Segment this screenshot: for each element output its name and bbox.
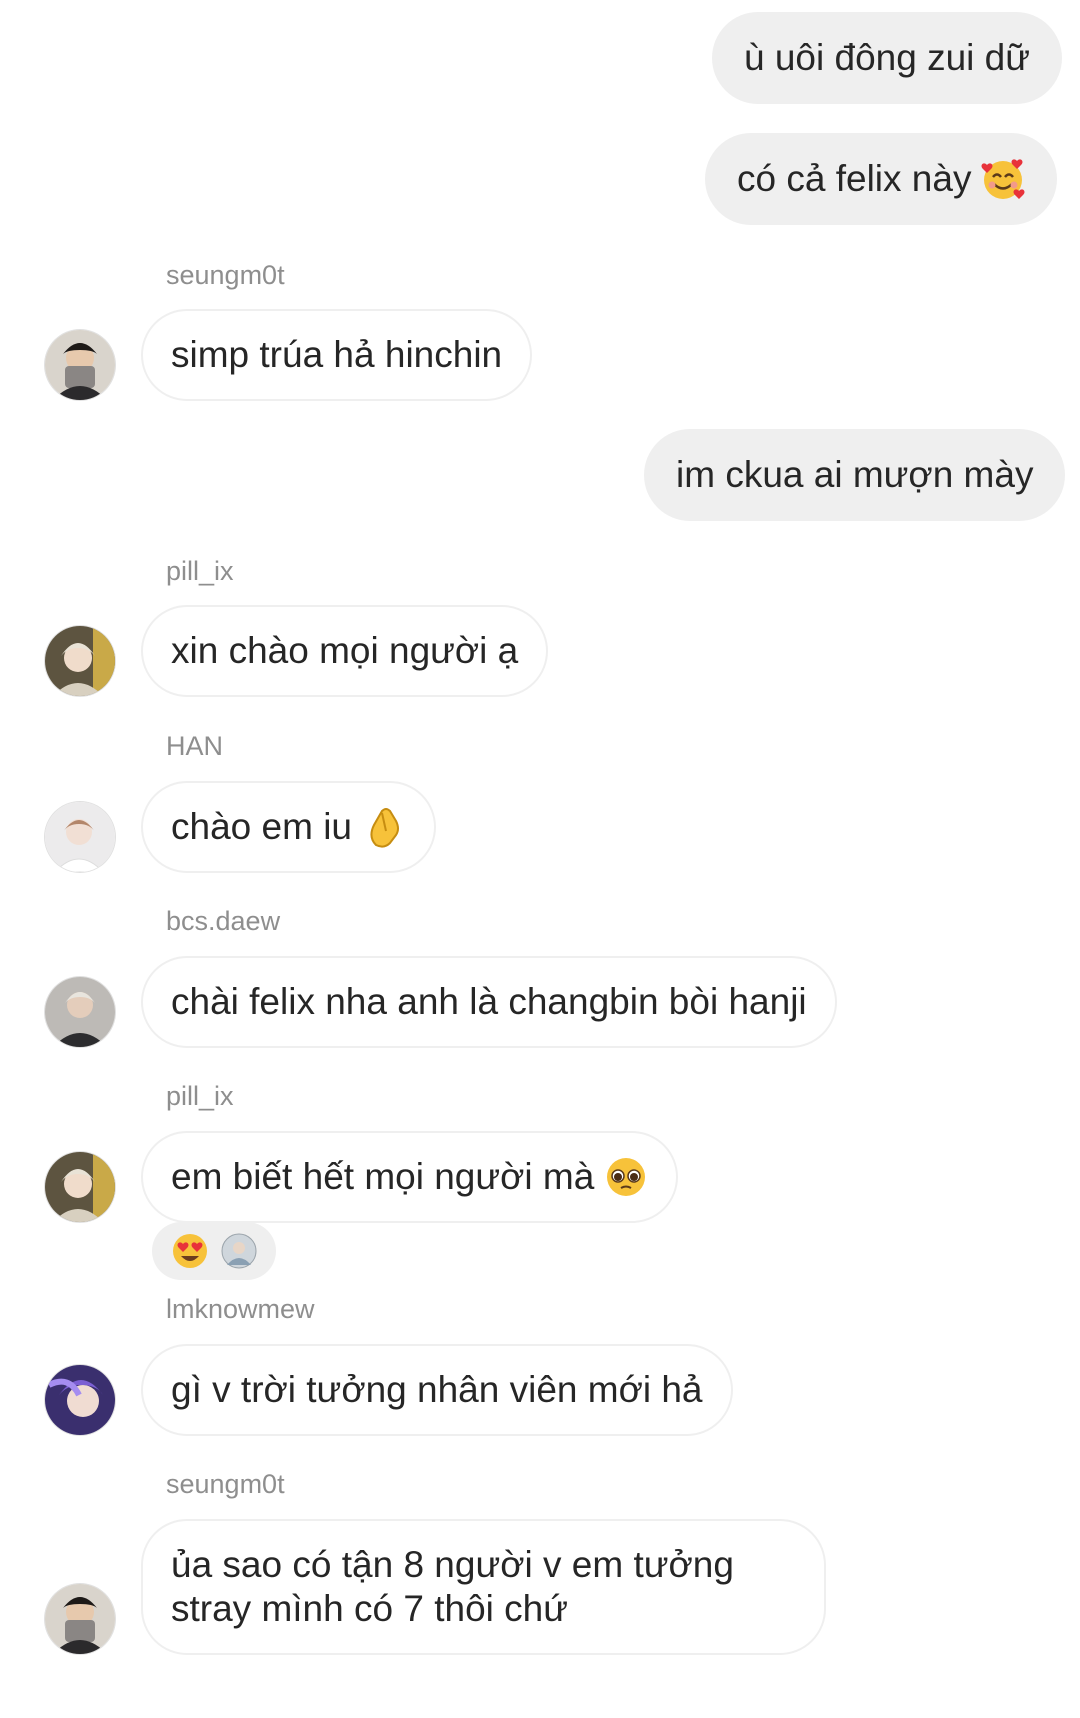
incoming-message[interactable]: gì v trời tưởng nhân viên mới hả bbox=[141, 1344, 733, 1436]
incoming-message[interactable]: chào em iu bbox=[141, 781, 436, 873]
avatar[interactable] bbox=[45, 330, 115, 400]
reactor-avatar[interactable] bbox=[221, 1233, 257, 1269]
sender-name[interactable]: bcs.daew bbox=[166, 905, 280, 937]
message-text: có cả felix này bbox=[737, 158, 972, 199]
avatar[interactable] bbox=[45, 1584, 115, 1654]
avatar[interactable] bbox=[45, 626, 115, 696]
sender-name[interactable]: HAN bbox=[166, 730, 223, 762]
avatar[interactable] bbox=[45, 1152, 115, 1222]
avatar[interactable] bbox=[45, 977, 115, 1047]
incoming-message[interactable]: xin chào mọi người ạ bbox=[141, 605, 549, 697]
smiling-face-with-hearts-icon bbox=[981, 157, 1025, 201]
incoming-message[interactable]: em biết hết mọi người mà bbox=[141, 1131, 679, 1223]
message-text: ủa sao có tận 8 người v em tưởng stray m… bbox=[171, 1544, 734, 1629]
sender-name[interactable]: pill_ix bbox=[166, 555, 234, 587]
message-reactions[interactable] bbox=[152, 1222, 276, 1280]
incoming-message[interactable]: simp trúa hả hinchin bbox=[141, 309, 533, 401]
message-text: em biết hết mọi người mà bbox=[171, 1156, 595, 1197]
pinched-fingers-icon bbox=[362, 805, 406, 849]
message-text: xin chào mọi người ạ bbox=[171, 630, 519, 671]
pleading-face-icon bbox=[604, 1155, 648, 1199]
avatar[interactable] bbox=[45, 802, 115, 872]
sender-name[interactable]: lmknowmew bbox=[166, 1293, 315, 1325]
message-text: simp trúa hả hinchin bbox=[171, 334, 503, 375]
sender-name[interactable]: seungm0t bbox=[166, 259, 285, 291]
message-text: ù uôi đông zui dữ bbox=[744, 37, 1031, 78]
heart-eyes-icon bbox=[171, 1232, 209, 1270]
message-text: chào em iu bbox=[171, 806, 352, 847]
sender-name[interactable]: seungm0t bbox=[166, 1468, 285, 1500]
outgoing-message[interactable]: có cả felix này bbox=[705, 133, 1058, 225]
outgoing-message[interactable]: im ckua ai mượn mày bbox=[644, 429, 1066, 521]
incoming-message[interactable]: chài felix nha anh là changbin bòi hanji bbox=[141, 956, 837, 1048]
message-text: im ckua ai mượn mày bbox=[676, 454, 1034, 495]
incoming-message[interactable]: ủa sao có tận 8 người v em tưởng stray m… bbox=[141, 1519, 826, 1655]
message-text: chài felix nha anh là changbin bòi hanji bbox=[171, 981, 807, 1022]
avatar[interactable] bbox=[45, 1365, 115, 1435]
message-text: gì v trời tưởng nhân viên mới hả bbox=[171, 1369, 703, 1410]
outgoing-message[interactable]: ù uôi đông zui dữ bbox=[712, 12, 1063, 104]
chat-thread: ù uôi đông zui dữ có cả felix này seungm… bbox=[0, 0, 1080, 1718]
sender-name[interactable]: pill_ix bbox=[166, 1080, 234, 1112]
